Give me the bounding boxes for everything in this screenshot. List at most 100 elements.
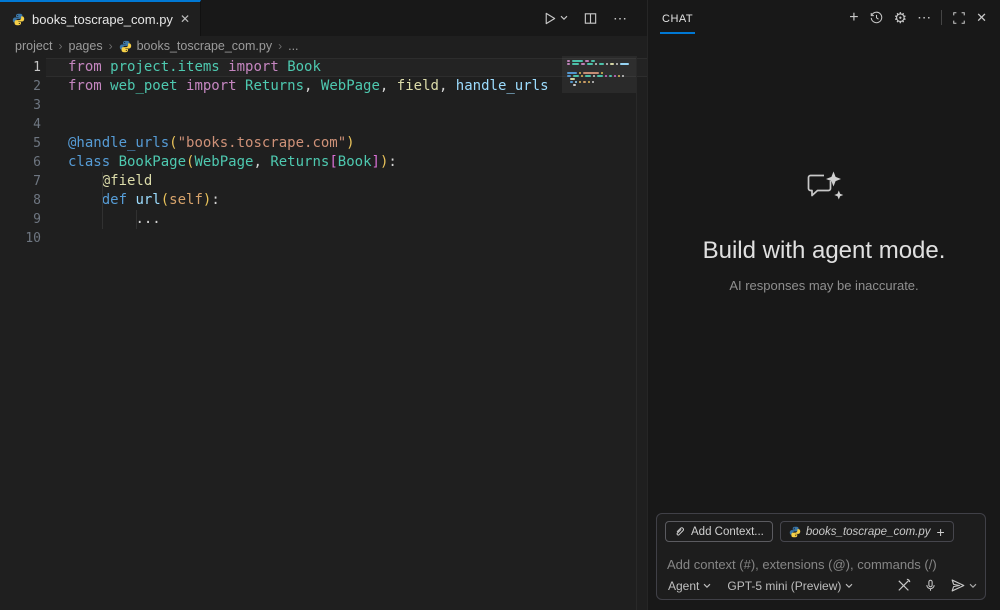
code-token: [ bbox=[329, 154, 337, 170]
screen-full-icon bbox=[952, 11, 966, 25]
minimap-line bbox=[567, 78, 631, 80]
tools-icon bbox=[896, 578, 911, 593]
line-number[interactable]: 6 bbox=[0, 153, 46, 172]
send-icon bbox=[950, 578, 966, 593]
code-editor[interactable]: 12345678910 from project.items import Bo… bbox=[0, 56, 647, 610]
python-icon bbox=[119, 40, 132, 53]
paperclip-icon bbox=[674, 525, 686, 538]
minimap-line bbox=[567, 66, 631, 68]
run-dropdown-button[interactable] bbox=[560, 15, 568, 21]
code-line[interactable]: from web_poet import Returns, WebPage, f… bbox=[46, 77, 647, 96]
code-token: ( bbox=[169, 135, 177, 151]
code-token: ( bbox=[161, 192, 169, 208]
code-column[interactable]: from project.items import Bookfrom web_p… bbox=[46, 56, 647, 610]
code-line[interactable] bbox=[46, 115, 647, 134]
code-token: import bbox=[228, 59, 287, 75]
code-line[interactable]: @field bbox=[46, 172, 647, 191]
code-token: project.items bbox=[110, 59, 228, 75]
tab-title: books_toscrape_com.py bbox=[32, 12, 173, 27]
code-token: , bbox=[304, 78, 321, 94]
code-token: WebPage bbox=[321, 78, 380, 94]
minimap-line bbox=[567, 84, 631, 86]
line-number[interactable]: 2 bbox=[0, 77, 46, 96]
line-number[interactable]: 9 bbox=[0, 210, 46, 229]
configure-tools-button[interactable] bbox=[896, 578, 911, 593]
line-number[interactable]: 5 bbox=[0, 134, 46, 153]
code-token: url bbox=[135, 192, 160, 208]
maximize-panel-button[interactable] bbox=[952, 11, 966, 25]
chat-more-button[interactable]: ⋯ bbox=[917, 9, 931, 26]
code-token: , bbox=[253, 154, 270, 170]
code-token: def bbox=[102, 192, 136, 208]
chevron-down-icon bbox=[703, 583, 711, 589]
close-panel-button[interactable]: ✕ bbox=[976, 10, 987, 26]
model-selector[interactable]: GPT-5 mini (Preview) bbox=[727, 579, 853, 593]
breadcrumb-item-symbol[interactable]: ... bbox=[288, 39, 298, 53]
breadcrumb-item-file[interactable]: books_toscrape_com.py bbox=[119, 39, 273, 53]
code-token: "books.toscrape.com" bbox=[178, 135, 347, 151]
code-line[interactable]: from project.items import Book bbox=[46, 58, 647, 77]
line-number[interactable]: 7 bbox=[0, 172, 46, 191]
code-token: Returns bbox=[245, 78, 304, 94]
code-token: ) bbox=[346, 135, 354, 151]
chat-input[interactable] bbox=[665, 542, 977, 578]
indent-guide bbox=[136, 210, 137, 229]
code-line[interactable]: def url(self): bbox=[46, 191, 647, 210]
code-token: WebPage bbox=[194, 154, 253, 170]
code-token: class bbox=[68, 154, 119, 170]
code-token: ] bbox=[372, 154, 380, 170]
footer-icons bbox=[896, 578, 977, 593]
breadcrumb: project › pages › books_toscrape_com.py … bbox=[0, 36, 647, 56]
chevron-down-icon bbox=[969, 583, 977, 589]
attach-add-button[interactable]: + bbox=[937, 524, 945, 540]
scrollbar[interactable] bbox=[636, 56, 637, 610]
line-number[interactable]: 10 bbox=[0, 229, 46, 248]
breadcrumb-item-project[interactable]: project bbox=[15, 39, 53, 53]
add-context-button[interactable]: Add Context... bbox=[665, 521, 773, 542]
code-token: Book bbox=[338, 154, 372, 170]
tab-close-icon[interactable]: ✕ bbox=[180, 12, 190, 26]
minimap-line bbox=[567, 60, 631, 62]
mode-selector[interactable]: Agent bbox=[668, 579, 711, 593]
microphone-icon bbox=[924, 578, 937, 593]
welcome-title: Build with agent mode. bbox=[648, 237, 1000, 265]
new-chat-button[interactable]: + bbox=[849, 9, 858, 27]
code-line[interactable] bbox=[46, 96, 647, 115]
breadcrumb-separator: › bbox=[59, 39, 63, 53]
mic-button[interactable] bbox=[924, 578, 937, 593]
line-number[interactable]: 4 bbox=[0, 115, 46, 134]
send-dropdown-button[interactable] bbox=[969, 583, 977, 589]
code-line[interactable] bbox=[46, 229, 647, 248]
editor-actions: ⋯ bbox=[542, 0, 627, 36]
code-token: Book bbox=[287, 59, 321, 75]
line-number[interactable]: 1 bbox=[0, 58, 46, 77]
divider bbox=[941, 10, 942, 25]
chat-input-footer: Agent GPT-5 mini (Preview) bbox=[665, 578, 977, 593]
python-icon bbox=[789, 526, 801, 538]
code-token: Returns bbox=[270, 154, 329, 170]
tab-chat[interactable]: CHAT bbox=[660, 2, 695, 34]
play-icon bbox=[542, 11, 557, 26]
minimap-line bbox=[567, 69, 631, 71]
history-button[interactable] bbox=[869, 10, 884, 25]
run-button[interactable] bbox=[542, 11, 557, 26]
attached-file-pill[interactable]: books_toscrape_com.py + bbox=[780, 521, 954, 542]
more-actions-button[interactable]: ⋯ bbox=[613, 10, 627, 27]
chevron-down-icon bbox=[560, 15, 568, 21]
code-line[interactable]: @handle_urls("books.toscrape.com") bbox=[46, 134, 647, 153]
chat-sparkle-icon bbox=[804, 171, 844, 207]
minimap-line bbox=[567, 72, 631, 74]
code-line[interactable]: class BookPage(WebPage, Returns[Book]): bbox=[46, 153, 647, 172]
split-editor-button[interactable] bbox=[583, 11, 598, 26]
send-button[interactable] bbox=[950, 578, 966, 593]
breadcrumb-item-pages[interactable]: pages bbox=[69, 39, 103, 53]
line-number[interactable]: 3 bbox=[0, 96, 46, 115]
code-token: , bbox=[380, 78, 397, 94]
editor-gutter[interactable]: 12345678910 bbox=[0, 56, 46, 610]
tab-books-toscrape[interactable]: books_toscrape_com.py ✕ bbox=[0, 0, 201, 36]
line-number[interactable]: 8 bbox=[0, 191, 46, 210]
chat-welcome: Build with agent mode. AI responses may … bbox=[648, 35, 1000, 293]
settings-gear-button[interactable]: ⚙ bbox=[894, 9, 907, 27]
chat-input-box[interactable]: Add Context... books_toscrape_com.py + A… bbox=[656, 513, 986, 600]
minimap[interactable] bbox=[567, 60, 631, 90]
